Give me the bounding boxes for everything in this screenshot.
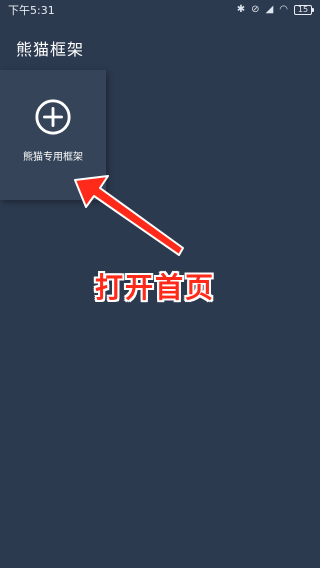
status-bar: 下午5:31 ✱ ⊘ ◢ ◠ 15 [0, 0, 320, 20]
status-time: 下午5:31 [8, 4, 55, 17]
alarm-off-icon: ⊘ [251, 4, 260, 15]
signal-icon: ◢ [265, 4, 274, 15]
wifi-icon: ◠ [279, 4, 288, 15]
status-icons: ✱ ⊘ ◢ ◠ 15 [236, 4, 314, 15]
annotation-label: 打开首页 [95, 271, 216, 304]
battery-level: 15 [297, 5, 309, 14]
battery-icon: 15 [294, 5, 314, 15]
tile-label: 熊猫专用框架 [23, 152, 83, 163]
plus-circle-icon [35, 99, 71, 135]
page-title: 熊猫框架 [16, 40, 85, 59]
panda-frame-tile[interactable]: 熊猫专用框架 [0, 70, 106, 200]
bluetooth-icon: ✱ [236, 4, 246, 15]
